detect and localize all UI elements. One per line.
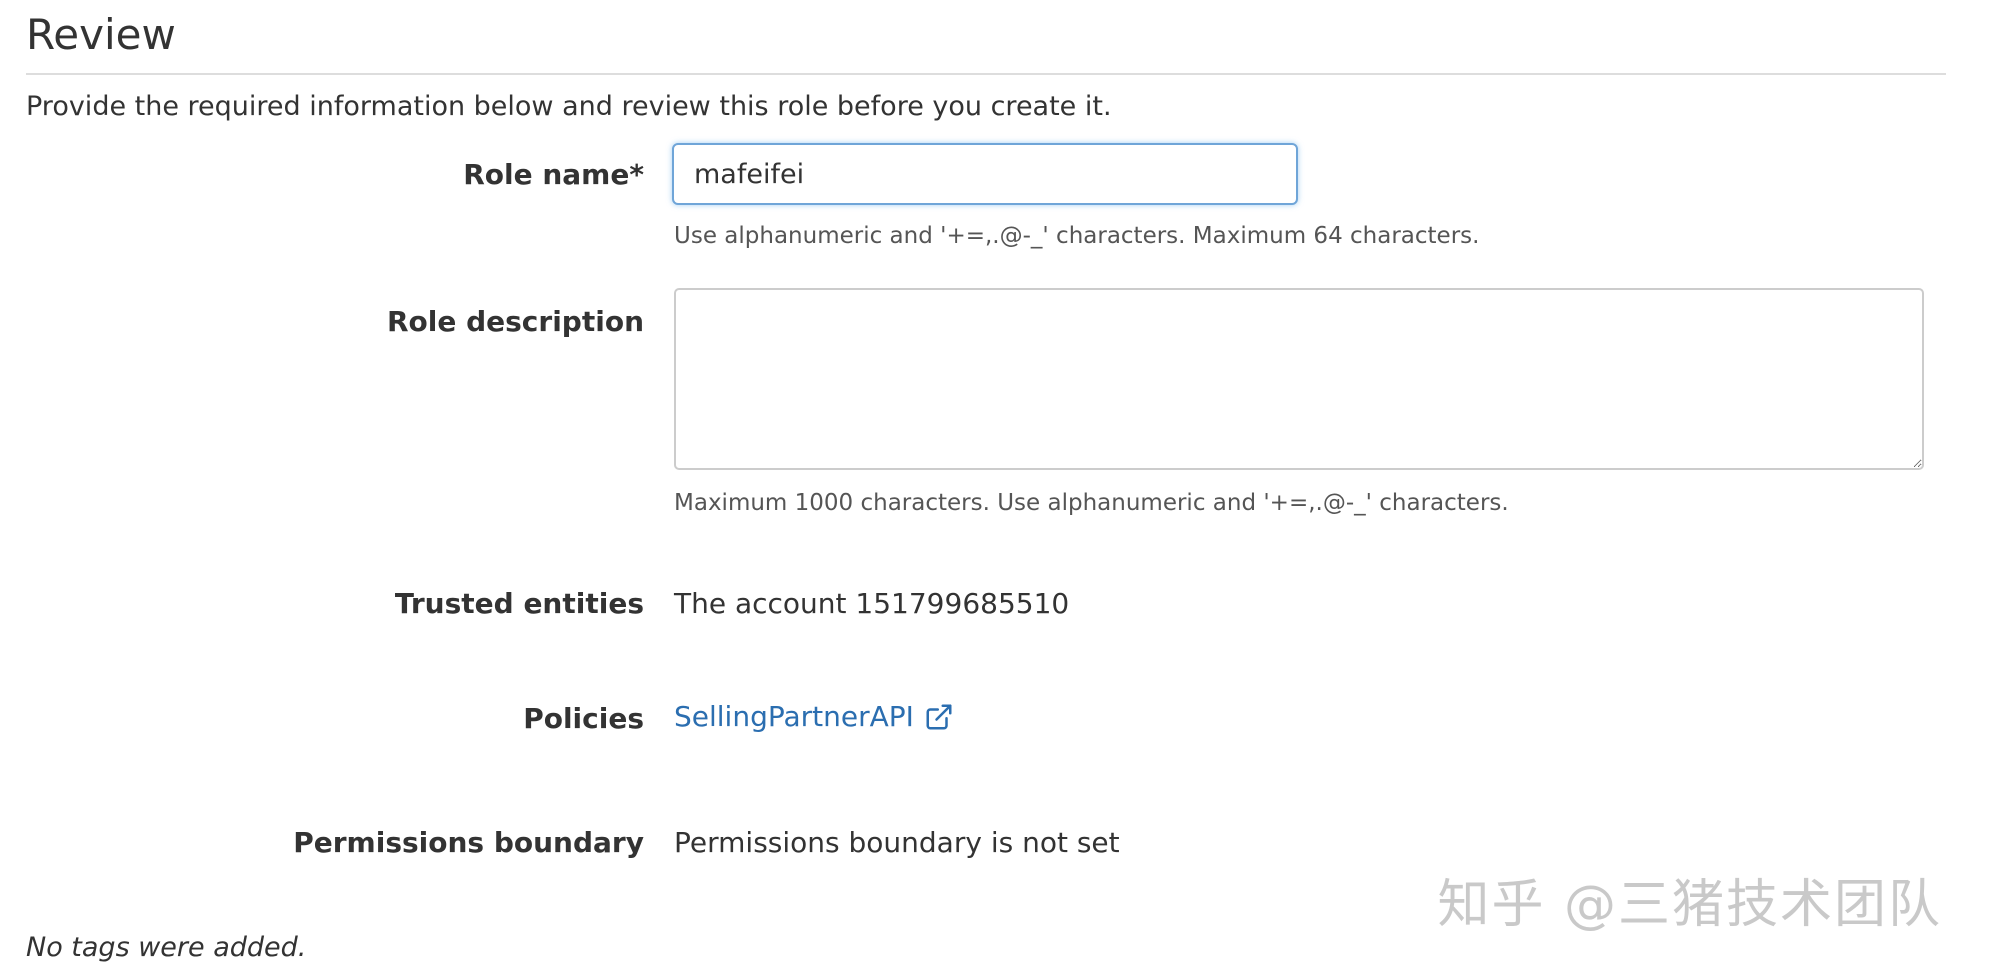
intro-text: Provide the required information below a… (26, 91, 1112, 122)
title-divider (26, 73, 1946, 75)
page-title: Review (26, 10, 176, 59)
external-link-icon (924, 702, 954, 732)
role-description-label: Role description (386, 305, 644, 338)
watermark-text: 知乎 @三猪技术团队 (1437, 875, 1942, 935)
policy-link-sellingpartnerapi[interactable]: SellingPartnerAPI (674, 700, 954, 733)
policy-link-text: SellingPartnerAPI (674, 700, 914, 733)
role-description-help: Maximum 1000 characters. Use alphanumeri… (674, 490, 1509, 516)
role-name-help: Use alphanumeric and '+=,.@-_' character… (674, 223, 1480, 249)
role-name-label: Role name* (463, 158, 644, 191)
permissions-boundary-value: Permissions boundary is not set (674, 826, 1120, 859)
policies-label: Policies (523, 702, 644, 735)
permissions-boundary-label: Permissions boundary (293, 826, 644, 859)
review-page: Review Provide the required information … (0, 0, 1994, 976)
trusted-entities-value: The account 151799685510 (674, 587, 1070, 620)
trusted-entities-label: Trusted entities (394, 587, 644, 620)
role-description-textarea[interactable] (674, 288, 1924, 470)
no-tags-message: No tags were added. (26, 932, 307, 963)
role-name-input[interactable] (672, 143, 1298, 205)
